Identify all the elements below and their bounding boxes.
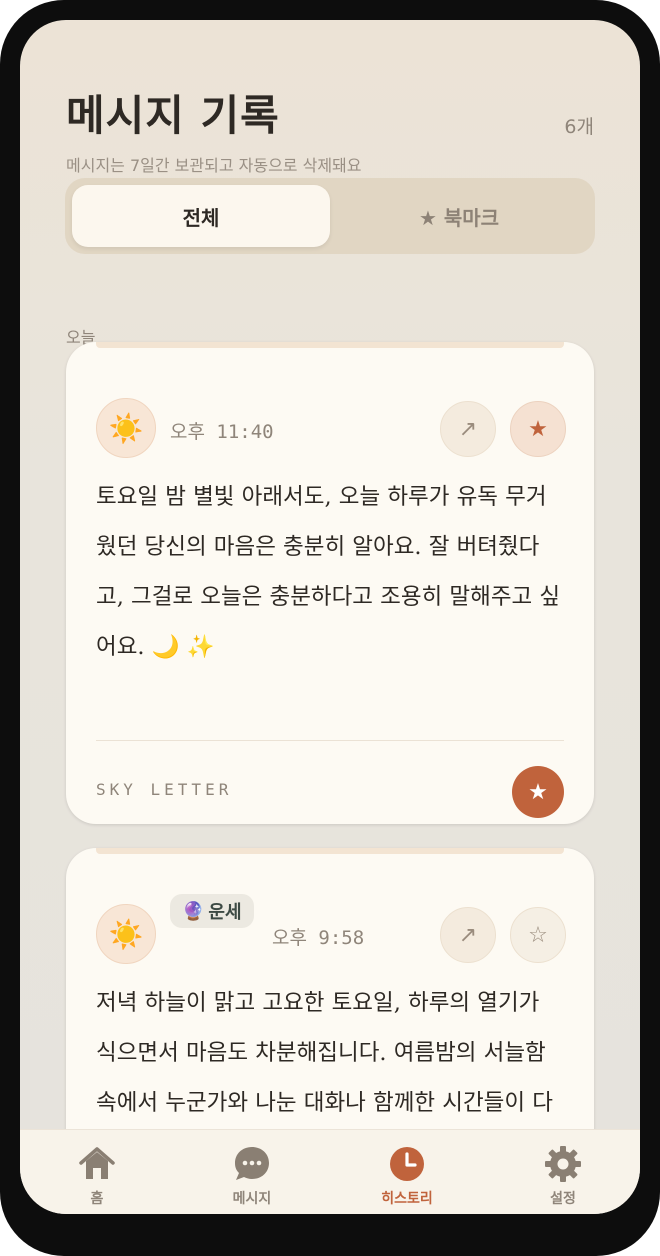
bookmark-button[interactable]: ☆ <box>510 907 566 963</box>
message-time: 오후 9:58 <box>272 927 365 949</box>
message-time: 오후 11:40 <box>170 421 274 443</box>
star-filled-icon: ★ <box>528 416 548 442</box>
clock-icon <box>387 1144 427 1184</box>
page-subtitle: 메시지는 7일간 보관되고 자동으로 삭제돼요 <box>66 156 362 175</box>
tab-bookmark[interactable]: ★ 북마크 <box>330 185 588 247</box>
share-button[interactable]: ↗ <box>440 401 496 457</box>
footer-label: SKY LETTER <box>96 780 233 799</box>
star-filled-icon: ★ <box>528 779 548 805</box>
nav-label: 메시지 <box>232 1191 272 1207</box>
arrow-up-right-icon: ↗ <box>458 922 478 948</box>
message-text: 토요일 밤 별빛 아래서도, 오늘 하루가 유독 무거웠던 당신의 마음은 충분… <box>96 484 561 660</box>
gear-icon <box>543 1144 583 1184</box>
badge-label: 운세 <box>208 902 242 923</box>
home-icon <box>77 1144 117 1184</box>
bottom-nav: 홈 메시지 히스토리 설정 <box>20 1129 640 1214</box>
app-screen: 메시지 기록 6개 메시지는 7일간 보관되고 자동으로 삭제돼요 전체 ★ 북… <box>20 20 640 1214</box>
bookmarked-star-button[interactable]: ★ <box>512 766 564 818</box>
crystal-ball-icon: 🔮 <box>182 900 205 922</box>
filter-tabs: 전체 ★ 북마크 <box>65 178 595 254</box>
nav-settings[interactable]: 설정 <box>503 1144 623 1208</box>
bookmark-button[interactable]: ★ <box>510 401 566 457</box>
category-badge: 🔮 운세 <box>170 894 254 928</box>
tab-all[interactable]: 전체 <box>72 185 330 247</box>
message-count: 6개 <box>564 116 594 138</box>
arrow-up-right-icon: ↗ <box>458 416 478 442</box>
nav-label: 홈 <box>90 1191 104 1207</box>
page-title: 메시지 기록 <box>66 91 280 140</box>
sun-icon: ☀️ <box>96 398 156 458</box>
nav-label: 히스토리 <box>381 1191 433 1207</box>
star-outline-icon: ☆ <box>528 922 548 948</box>
phone-frame: 메시지 기록 6개 메시지는 7일간 보관되고 자동으로 삭제돼요 전체 ★ 북… <box>0 0 660 1256</box>
nav-label: 설정 <box>550 1191 576 1207</box>
nav-messages[interactable]: 메시지 <box>192 1144 312 1208</box>
share-button[interactable]: ↗ <box>440 907 496 963</box>
sun-icon: ☀️ <box>96 904 156 964</box>
chat-bubble-icon <box>232 1144 272 1184</box>
nav-history[interactable]: 히스토리 <box>347 1144 467 1208</box>
card-divider <box>96 740 564 741</box>
message-card[interactable]: ☀️ 오후 11:40 ↗ ★ 토요일 밤 별빛 아래서도, 오늘 하루가 유독… <box>66 342 594 824</box>
nav-home[interactable]: 홈 <box>37 1144 157 1208</box>
